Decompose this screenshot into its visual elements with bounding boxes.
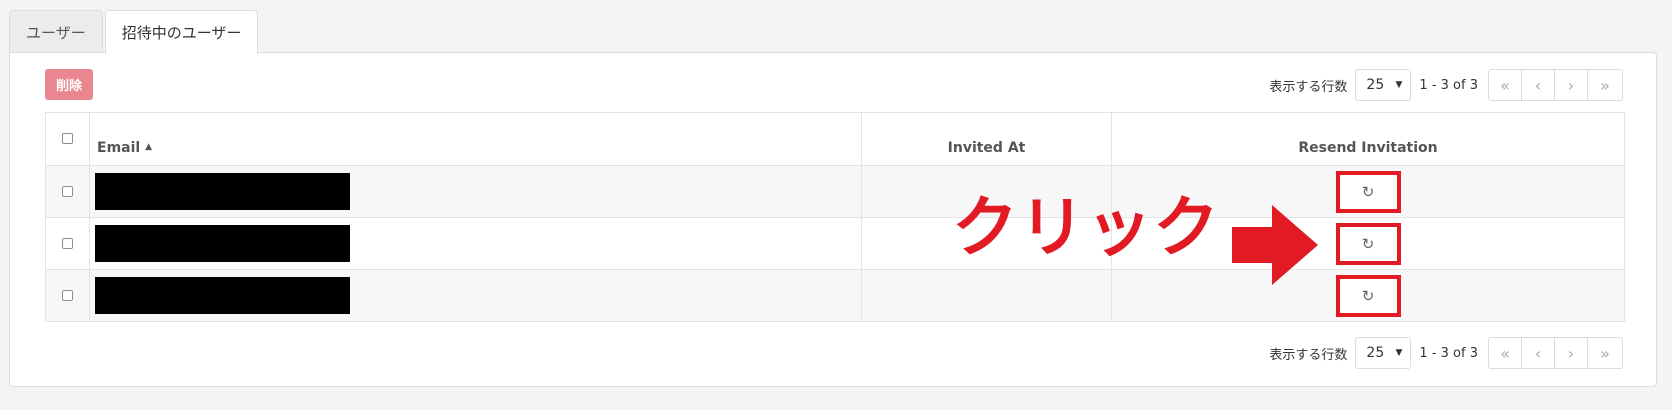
invited-at-cell [861,269,1112,322]
rows-per-page-select[interactable]: 25 ▼ [1355,69,1412,101]
rows-per-page-value: 25 [1366,345,1385,361]
tab-users[interactable]: ユーザー [9,10,103,53]
table-row: ↻ [45,269,1625,322]
double-chevron-right-icon[interactable]: » [1588,70,1622,100]
column-resend: Resend Invitation [1111,112,1625,166]
resend-invitation-button[interactable]: ↻ [1335,222,1401,265]
delete-button[interactable]: 削除 [45,69,93,100]
tab-bar: ユーザー 招待中のユーザー [9,10,260,54]
row-checkbox[interactable] [62,238,73,249]
page-range: 1 - 3 of 3 [1419,345,1478,361]
pagination-bottom: 表示する行数 25 ▼ 1 - 3 of 3 « ‹ › » [1269,336,1623,370]
invited-users-table: Email ▲ Invited At Resend Invitation ↻ ↻ [45,112,1625,322]
table-row: ↻ [45,165,1625,218]
chevron-right-icon[interactable]: › [1555,70,1588,100]
arrow-right-icon [1232,205,1318,285]
click-annotation: クリック [952,189,1220,266]
rows-per-page-value: 25 [1366,77,1385,93]
chevron-right-icon[interactable]: › [1555,338,1588,368]
resend-invitation-button[interactable]: ↻ [1335,170,1401,213]
chevron-left-icon[interactable]: ‹ [1522,70,1555,100]
row-checkbox[interactable] [62,186,73,197]
redacted-email [95,277,350,314]
sort-up-icon: ▲ [145,142,152,152]
column-email[interactable]: Email ▲ [89,112,862,166]
tab-invited-users[interactable]: 招待中のユーザー [104,10,259,54]
caret-down-icon: ▼ [1395,80,1403,90]
chevron-left-icon[interactable]: ‹ [1522,338,1555,368]
column-invited-at[interactable]: Invited At [861,112,1112,166]
caret-down-icon: ▼ [1395,348,1403,358]
resend-invitation-button[interactable]: ↻ [1335,274,1401,317]
invited-users-panel: 削除 表示する行数 25 ▼ 1 - 3 of 3 « ‹ › » Email [9,52,1657,387]
double-chevron-left-icon[interactable]: « [1489,70,1522,100]
refresh-icon: ↻ [1361,234,1375,253]
refresh-icon: ↻ [1361,286,1375,305]
refresh-icon: ↻ [1361,182,1375,201]
double-chevron-right-icon[interactable]: » [1588,338,1622,368]
rows-per-page-label: 表示する行数 [1269,347,1348,363]
redacted-email [95,173,350,210]
pagination-top: 表示する行数 25 ▼ 1 - 3 of 3 « ‹ › » [1269,68,1623,102]
page-buttons: « ‹ › » [1488,69,1623,101]
table-row: ↻ [45,217,1625,270]
double-chevron-left-icon[interactable]: « [1489,338,1522,368]
row-checkbox[interactable] [62,290,73,301]
rows-per-page-select[interactable]: 25 ▼ [1355,337,1412,369]
select-all-cell [45,112,90,166]
page-range: 1 - 3 of 3 [1419,77,1478,93]
redacted-email [95,225,350,262]
table-header: Email ▲ Invited At Resend Invitation [45,112,1625,166]
rows-per-page-label: 表示する行数 [1269,79,1348,95]
select-all-checkbox[interactable] [62,133,73,144]
page-buttons: « ‹ › » [1488,337,1623,369]
column-email-label: Email [97,140,141,156]
